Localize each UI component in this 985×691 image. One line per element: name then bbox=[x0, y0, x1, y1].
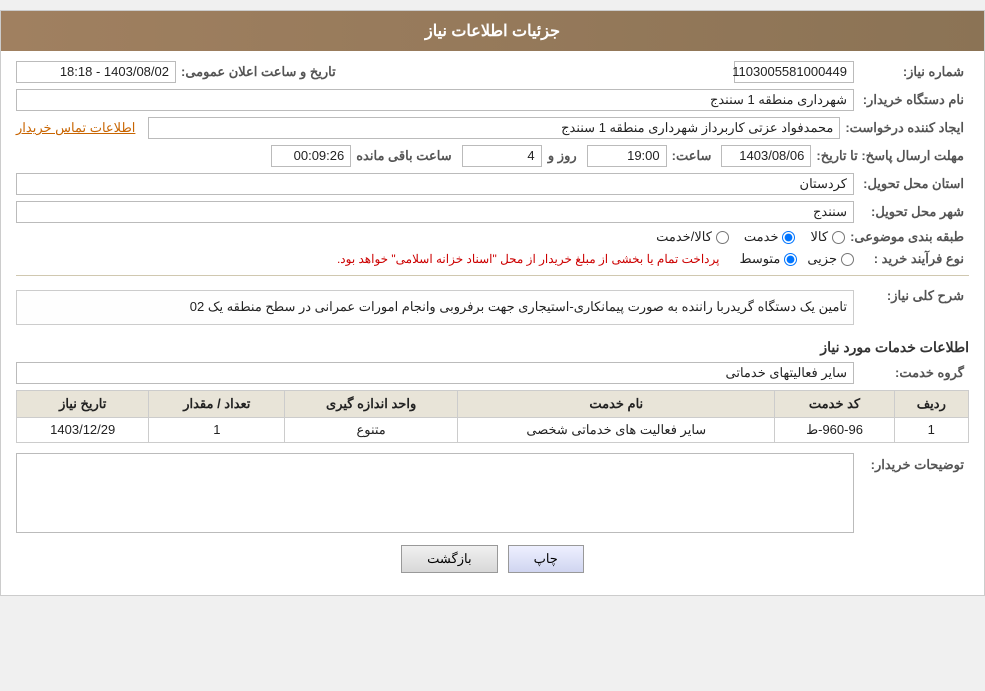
announce-value: 1403/08/02 - 18:18 bbox=[16, 61, 176, 83]
purchase-jozvi-label: جزیی bbox=[807, 251, 837, 267]
category-kala-item: کالا bbox=[810, 229, 845, 245]
deadline-remain: 00:09:26 bbox=[271, 145, 351, 167]
buyer-notes-textarea[interactable] bbox=[16, 453, 854, 533]
category-row: طبقه بندی موضوعی: کالا خدمت کالا/خدمت bbox=[16, 229, 969, 245]
purchase-jozvi-item: جزیی bbox=[807, 251, 854, 267]
page-header: جزئیات اطلاعات نیاز bbox=[1, 11, 984, 51]
category-khadamat-item: خدمت bbox=[744, 229, 796, 245]
page-title: جزئیات اطلاعات نیاز bbox=[425, 23, 560, 40]
divider-1 bbox=[16, 275, 969, 276]
city-value: سنندج bbox=[16, 201, 854, 223]
category-kala-khadamat-radio[interactable] bbox=[716, 231, 729, 244]
need-number-value: 1103005581000449 bbox=[734, 61, 854, 83]
buyer-notes-row: توضیحات خریدار: bbox=[16, 453, 969, 533]
creator-row: ایجاد کننده درخواست: محمدفواد عزتی کاربر… bbox=[16, 117, 969, 139]
buyer-notes-label: توضیحات خریدار: bbox=[859, 453, 969, 473]
services-table: ردیف کد خدمت نام خدمت واحد اندازه گیری ت… bbox=[16, 390, 969, 443]
category-kala-label: کالا bbox=[810, 229, 828, 245]
need-desc-value: تامین یک دستگاه گریدربا راننده به صورت پ… bbox=[23, 297, 847, 318]
purchase-jozvi-radio[interactable] bbox=[841, 253, 854, 266]
purchase-type-label: نوع فرآیند خرید : bbox=[859, 251, 969, 267]
purchase-type-options: جزیی متوسط پرداخت تمام یا بخشی از مبلغ خ… bbox=[337, 251, 854, 267]
creator-value: محمدفواد عزتی کاربرداز شهرداری منطقه 1 س… bbox=[148, 117, 840, 139]
buyer-org-value: شهرداری منطقه 1 سنندج bbox=[16, 89, 854, 111]
purchase-type-row: نوع فرآیند خرید : جزیی متوسط پرداخت تمام… bbox=[16, 251, 969, 267]
announce-label: تاریخ و ساعت اعلان عمومی: bbox=[181, 64, 341, 80]
deadline-time: 19:00 bbox=[587, 145, 667, 167]
print-button[interactable]: چاپ bbox=[508, 545, 584, 573]
purchase-motavaset-item: متوسط bbox=[739, 251, 797, 267]
deadline-days-label: روز و bbox=[547, 148, 582, 164]
category-khadamat-label: خدمت bbox=[744, 229, 779, 245]
page-wrapper: جزئیات اطلاعات نیاز شماره نیاز: 11030055… bbox=[0, 10, 985, 596]
table-header-row: ردیف کد خدمت نام خدمت واحد اندازه گیری ت… bbox=[17, 390, 969, 417]
need-desc-label: شرح کلی نیاز: bbox=[859, 284, 969, 304]
col-row-number: ردیف bbox=[894, 390, 968, 417]
footer-buttons: چاپ بازگشت bbox=[16, 545, 969, 573]
buyer-org-label: نام دستگاه خریدار: bbox=[859, 92, 969, 108]
service-info-title: اطلاعات خدمات مورد نیاز bbox=[16, 339, 969, 356]
contact-link[interactable]: اطلاعات تماس خریدار bbox=[16, 120, 135, 136]
col-date: تاریخ نیاز bbox=[17, 390, 149, 417]
category-kala-radio[interactable] bbox=[832, 231, 845, 244]
content-area: شماره نیاز: 1103005581000449 تاریخ و ساع… bbox=[1, 51, 984, 595]
city-row: شهر محل تحویل: سنندج bbox=[16, 201, 969, 223]
creator-label: ایجاد کننده درخواست: bbox=[845, 120, 969, 136]
category-khadamat-radio[interactable] bbox=[782, 231, 795, 244]
need-desc-box: تامین یک دستگاه گریدربا راننده به صورت پ… bbox=[16, 290, 854, 325]
col-unit: واحد اندازه گیری bbox=[285, 390, 458, 417]
service-group-value: سایر فعالیتهای خدماتی bbox=[16, 362, 854, 384]
deadline-remain-label: ساعت باقی مانده bbox=[356, 148, 456, 164]
purchase-motavaset-label: متوسط bbox=[739, 251, 780, 267]
category-label: طبقه بندی موضوعی: bbox=[850, 229, 969, 245]
need-number-label: شماره نیاز: bbox=[859, 64, 969, 80]
deadline-row: مهلت ارسال پاسخ: تا تاریخ: 1403/08/06 سا… bbox=[16, 145, 969, 167]
category-kala-khadamat-label: کالا/خدمت bbox=[656, 229, 712, 245]
category-kala-khadamat-item: کالا/خدمت bbox=[656, 229, 729, 245]
deadline-label: مهلت ارسال پاسخ: تا تاریخ: bbox=[816, 148, 969, 164]
col-service-name: نام خدمت bbox=[458, 390, 775, 417]
province-value: کردستان bbox=[16, 173, 854, 195]
service-group-row: گروه خدمت: سایر فعالیتهای خدماتی bbox=[16, 362, 969, 384]
table-row: 1960-96-طسایر فعالیت های خدماتی شخصیمتنو… bbox=[17, 417, 969, 442]
city-label: شهر محل تحویل: bbox=[859, 204, 969, 220]
col-service-code: کد خدمت bbox=[775, 390, 894, 417]
deadline-days: 4 bbox=[462, 145, 542, 167]
need-desc-row: شرح کلی نیاز: تامین یک دستگاه گریدربا را… bbox=[16, 284, 969, 331]
purchase-motavaset-radio[interactable] bbox=[784, 253, 797, 266]
category-radio-group: کالا خدمت کالا/خدمت bbox=[656, 229, 845, 245]
province-label: استان محل تحویل: bbox=[859, 176, 969, 192]
service-group-label: گروه خدمت: bbox=[859, 365, 969, 381]
buyer-org-row: نام دستگاه خریدار: شهرداری منطقه 1 سنندج bbox=[16, 89, 969, 111]
purchase-note: پرداخت تمام یا بخشی از مبلغ خریدار از مح… bbox=[337, 252, 720, 266]
need-number-row: شماره نیاز: 1103005581000449 تاریخ و ساع… bbox=[16, 61, 969, 83]
back-button[interactable]: بازگشت bbox=[401, 545, 497, 573]
deadline-date: 1403/08/06 bbox=[721, 145, 811, 167]
province-row: استان محل تحویل: کردستان bbox=[16, 173, 969, 195]
col-quantity: تعداد / مقدار bbox=[149, 390, 285, 417]
deadline-time-label: ساعت: bbox=[672, 148, 717, 164]
